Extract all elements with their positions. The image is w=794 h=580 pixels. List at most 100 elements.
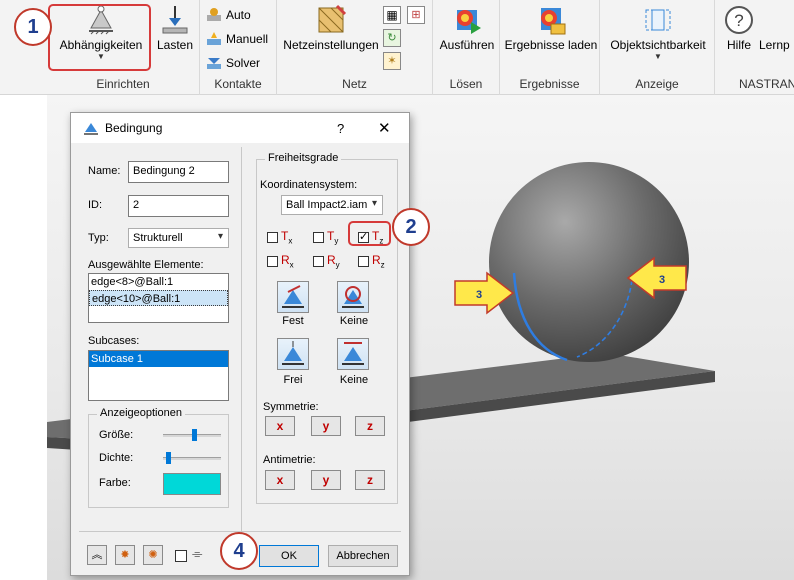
farbe-label: Farbe: bbox=[99, 477, 131, 489]
antimetrie-z-button[interactable]: z bbox=[355, 470, 385, 490]
lasten-button[interactable]: Lasten bbox=[155, 4, 195, 52]
elements-list[interactable]: edge<8>@Ball:1 edge<10>@Ball:1 bbox=[88, 273, 229, 323]
koordinatensystem-select[interactable]: Ball Impact2.iam ▾ bbox=[281, 195, 383, 215]
tx-label: Tx bbox=[281, 229, 292, 245]
solver-icon bbox=[207, 58, 221, 69]
ausfuehren-button[interactable]: Ausführen bbox=[437, 4, 497, 52]
ry-checkbox-box[interactable] bbox=[313, 255, 324, 267]
rx-checkbox-box[interactable] bbox=[267, 255, 278, 267]
highlight-button[interactable]: ✸ bbox=[115, 545, 135, 565]
id-field[interactable]: 2 bbox=[128, 195, 229, 217]
glasses-icon: ⌯ bbox=[192, 546, 203, 561]
group-kontakte: Auto Manuell Solver Kontakte bbox=[200, 0, 277, 95]
load-icon bbox=[162, 6, 188, 34]
mesh-local-icon[interactable]: ✶ bbox=[383, 52, 401, 70]
rx-letter: R bbox=[281, 253, 290, 267]
group-ergebnisse: Ergebnisse laden Ergebnisse bbox=[500, 0, 600, 95]
netzeinstellungen-button[interactable]: Netzeinstellungen bbox=[281, 4, 381, 52]
group-nastran: ? Hilfe Lernp NASTRAN bbox=[715, 0, 794, 95]
typ-label: Typ: bbox=[88, 232, 109, 244]
bedingung-dialog: Bedingung ? ✕ Name: Bedingung 2 ID: 2 Ty… bbox=[70, 112, 410, 576]
mesh-refine-icon[interactable]: ↻ bbox=[383, 29, 401, 47]
manuell-button[interactable]: Manuell bbox=[206, 31, 268, 47]
netz-group-label: Netz bbox=[342, 77, 367, 91]
ergebnisse-group-label: Ergebnisse bbox=[519, 77, 580, 91]
name-field[interactable]: Bedingung 2 bbox=[128, 161, 229, 183]
name-label: Name: bbox=[88, 165, 121, 177]
tx-sub: x bbox=[288, 236, 293, 246]
ty-sub: y bbox=[334, 236, 339, 246]
frei-label: Frei bbox=[283, 374, 303, 386]
solver-label: Solver bbox=[226, 56, 261, 70]
dichte-slider[interactable] bbox=[163, 452, 221, 464]
ry-letter: R bbox=[327, 253, 336, 267]
list-item[interactable]: edge<8>@Ball:1 bbox=[89, 274, 228, 290]
subcases-list[interactable]: Subcase 1 bbox=[88, 350, 229, 401]
highlight-all-button[interactable]: ✺ bbox=[143, 545, 163, 565]
frei-button[interactable] bbox=[277, 338, 309, 370]
antimetrie-x-button[interactable]: x bbox=[265, 470, 295, 490]
help-button[interactable]: ? bbox=[337, 121, 344, 136]
ergebnisse-laden-label: Ergebnisse laden bbox=[504, 38, 598, 52]
preview-checkbox[interactable] bbox=[175, 550, 187, 562]
ty-checkbox[interactable]: Ty bbox=[313, 229, 338, 245]
rz-checkbox[interactable]: Rz bbox=[358, 253, 385, 269]
ry-label: Ry bbox=[327, 253, 340, 269]
ball bbox=[489, 162, 689, 362]
chevron-down-icon: ▾ bbox=[371, 198, 377, 209]
subcases-label: Subcases: bbox=[88, 335, 140, 347]
arrow-left-label: 3 bbox=[476, 289, 482, 301]
keine-button-2[interactable] bbox=[337, 338, 369, 370]
rx-checkbox[interactable]: Rx bbox=[267, 253, 294, 269]
antimetrie-y-button[interactable]: y bbox=[311, 470, 341, 490]
dichte-slider-thumb[interactable] bbox=[166, 452, 171, 464]
symmetrie-x-button[interactable]: x bbox=[265, 416, 295, 436]
abbrechen-button[interactable]: Abbrechen bbox=[328, 545, 398, 567]
ry-checkbox[interactable]: Ry bbox=[313, 253, 340, 269]
hilfe-label: Hilfe bbox=[726, 38, 751, 52]
ty-checkbox-box[interactable] bbox=[313, 231, 324, 243]
auto-button[interactable]: Auto bbox=[206, 7, 251, 23]
expand-button[interactable]: ︽ bbox=[87, 545, 107, 565]
ry-sub: y bbox=[335, 260, 340, 270]
tx-checkbox[interactable]: Tx bbox=[267, 229, 292, 245]
antimetrie-label: Antimetrie: bbox=[263, 454, 316, 466]
manuell-label: Manuell bbox=[226, 32, 269, 46]
groesse-label: Größe: bbox=[99, 429, 134, 441]
tx-checkbox-box[interactable] bbox=[267, 231, 278, 243]
groesse-slider-thumb[interactable] bbox=[192, 429, 197, 441]
farbe-swatch[interactable] bbox=[163, 473, 221, 495]
rz-letter: R bbox=[372, 253, 381, 267]
dialog-titlebar[interactable]: Bedingung ? ✕ bbox=[71, 113, 409, 143]
nastran-group-label: NASTRAN bbox=[739, 77, 794, 91]
manual-contact-icon bbox=[207, 32, 221, 45]
dialog-title: Bedingung bbox=[105, 121, 163, 135]
hilfe-button[interactable]: ? Hilfe bbox=[721, 4, 757, 52]
ok-button[interactable]: OK bbox=[259, 545, 319, 567]
objektsichtbarkeit-button[interactable]: Objektsichtbarkeit ▼ bbox=[604, 4, 712, 61]
close-button[interactable]: ✕ bbox=[378, 119, 391, 137]
lernpfad-button[interactable]: Lernp bbox=[759, 4, 794, 52]
learning-path-icon bbox=[763, 4, 794, 36]
symmetrie-label: Symmetrie: bbox=[263, 401, 319, 413]
list-item[interactable]: edge<10>@Ball:1 bbox=[89, 290, 228, 306]
solver-button[interactable]: Solver bbox=[206, 55, 260, 71]
ergebnisse-laden-button[interactable]: Ergebnisse laden bbox=[504, 4, 598, 52]
mesh-view-icon[interactable]: ⊞ bbox=[407, 6, 425, 24]
keine-button-1[interactable] bbox=[337, 281, 369, 313]
run-analysis-icon bbox=[457, 10, 481, 34]
symmetrie-z-button[interactable]: z bbox=[355, 416, 385, 436]
symmetrie-y-button[interactable]: y bbox=[311, 416, 341, 436]
group-anzeige: Objektsichtbarkeit ▼ Anzeige bbox=[600, 0, 715, 95]
fest-button[interactable] bbox=[277, 281, 309, 313]
list-item[interactable]: Subcase 1 bbox=[89, 351, 228, 367]
ty-label: Ty bbox=[327, 229, 338, 245]
mesh-table-icon[interactable]: ▦ bbox=[383, 6, 401, 24]
typ-select[interactable]: Strukturell ▾ bbox=[128, 228, 229, 248]
groesse-slider[interactable] bbox=[163, 429, 221, 441]
rz-checkbox-box[interactable] bbox=[358, 255, 369, 267]
svg-text:?: ? bbox=[734, 11, 743, 30]
no-constraint-icon bbox=[342, 342, 364, 365]
einrichten-group-label: Einrichten bbox=[96, 77, 150, 91]
freiheitsgrade-title: Freiheitsgrade bbox=[265, 152, 342, 164]
